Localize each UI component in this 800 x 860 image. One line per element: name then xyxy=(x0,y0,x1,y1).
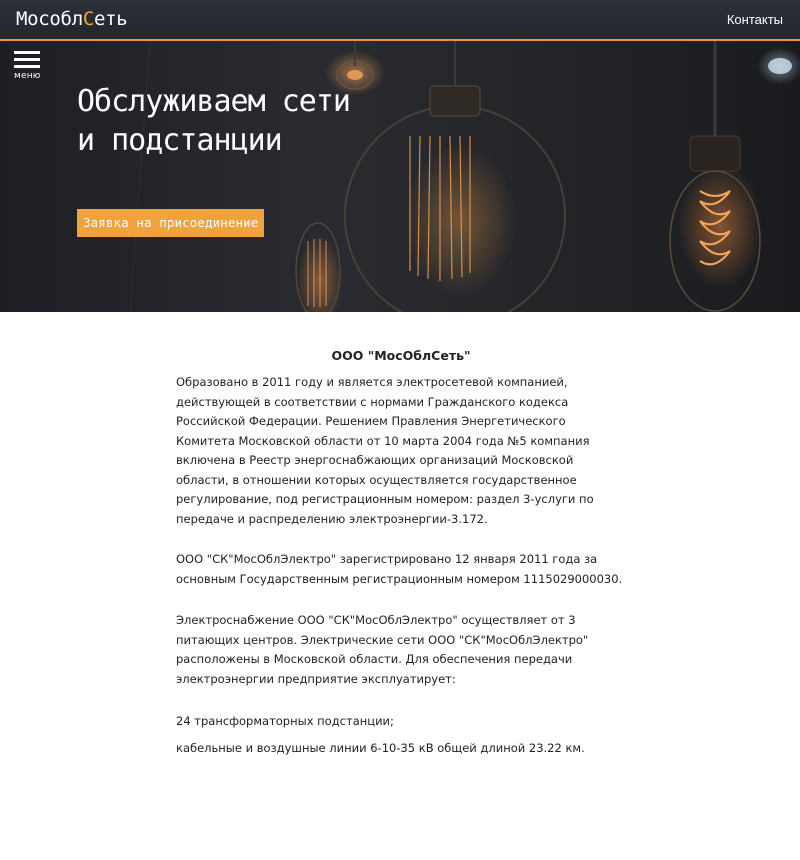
logo-text-suffix: еть xyxy=(93,8,128,30)
logo-text-prefix: Мособл xyxy=(16,8,83,30)
connection-request-button[interactable]: Заявка на присоединение xyxy=(77,209,265,237)
about-paragraph-5: кабельные и воздушные линии 6-10-35 кВ о… xyxy=(176,740,585,755)
logo-text-accent: С xyxy=(82,8,94,30)
hero-title: Обслуживаем сети и подстанции xyxy=(77,82,537,160)
hero-title-line-1: Обслуживаем сети xyxy=(77,84,351,119)
about-paragraph-3: Электроснабжение ООО "СК"МосОблЭлектро" … xyxy=(176,613,589,686)
menu-button[interactable]: меню xyxy=(14,51,42,81)
top-navbar: МособлСеть Контакты xyxy=(0,0,800,41)
about-paragraph-1: Образовано в 2011 году и является электр… xyxy=(176,375,594,526)
about-section: ООО "МосОблСеть" Образовано в 2011 году … xyxy=(176,348,626,758)
hamburger-icon-bar-2 xyxy=(14,58,40,61)
hamburger-icon-bar-3 xyxy=(14,65,40,68)
contacts-link[interactable]: Контакты xyxy=(727,12,783,27)
hamburger-icon-bar-1 xyxy=(14,51,40,54)
menu-label: меню xyxy=(14,71,41,81)
about-paragraph-2: ООО "СК"МосОблЭлектро" зарегистрировано … xyxy=(176,552,623,586)
site-logo[interactable]: МособлСеть xyxy=(16,8,128,30)
about-paragraph-4: 24 трансформаторных подстанции; xyxy=(176,714,394,728)
company-heading: ООО "МосОблСеть" xyxy=(331,348,471,363)
hero-title-line-2: и подстанции xyxy=(77,123,283,158)
